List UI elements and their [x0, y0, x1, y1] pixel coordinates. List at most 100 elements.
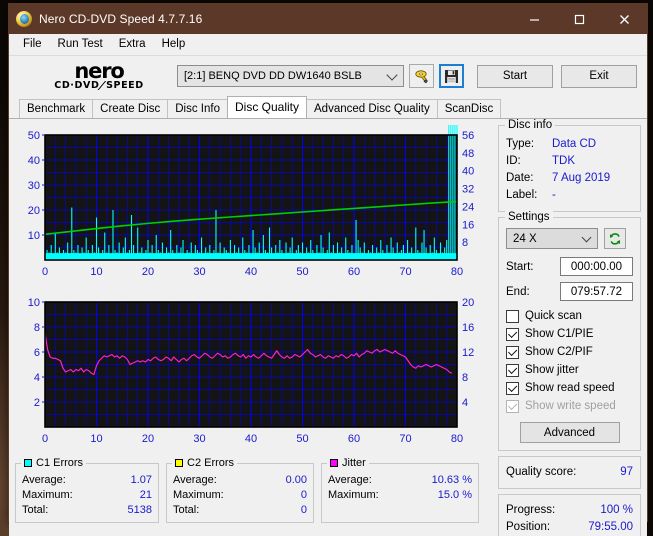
- application-window: Nero CD-DVD Speed 4.7.7.16 File Run Test…: [8, 3, 648, 536]
- svg-text:12: 12: [462, 347, 474, 359]
- speed-row: 24 X: [506, 228, 633, 249]
- checkbox-quick-scan-box: [506, 309, 519, 323]
- start-button[interactable]: Start: [477, 64, 553, 88]
- checkbox-quick-scan-label: Quick scan: [525, 310, 582, 322]
- c2-maximum-value: 0: [300, 489, 307, 501]
- window-title: Nero CD-DVD Speed 4.7.7.16: [39, 12, 203, 26]
- svg-text:60: 60: [348, 433, 360, 445]
- disc-date-value: 7 Aug 2019: [552, 172, 611, 184]
- svg-text:30: 30: [193, 266, 205, 278]
- c1-maximum-value: 21: [139, 489, 152, 501]
- checkbox-show-c1-pie-box: [506, 327, 519, 341]
- quality-score-label: Quality score:: [506, 466, 577, 478]
- svg-text:30: 30: [28, 180, 40, 192]
- svg-text:40: 40: [28, 155, 40, 167]
- checkbox-show-jitter-label: Show jitter: [525, 364, 579, 376]
- c2-total-row: Total: 0: [173, 503, 307, 518]
- svg-text:20: 20: [28, 205, 40, 217]
- settings-caption: Settings: [505, 211, 553, 223]
- c1-maximum-row: Maximum: 21: [22, 488, 152, 503]
- disc-info-id-row: ID: TDK: [506, 153, 633, 170]
- menu-extra[interactable]: Extra: [111, 36, 154, 52]
- save-button[interactable]: [439, 64, 464, 88]
- menu-help[interactable]: Help: [154, 36, 194, 52]
- menu-run-test[interactable]: Run Test: [50, 36, 111, 52]
- disc-eject-button[interactable]: [409, 64, 434, 88]
- c1-errors-caption-text: C1 Errors: [36, 457, 84, 469]
- exit-button[interactable]: Exit: [561, 64, 637, 88]
- disc-label-value: -: [552, 189, 556, 201]
- checkbox-quick-scan[interactable]: Quick scan: [506, 307, 633, 325]
- checkbox-show-read-speed-label: Show read speed: [525, 382, 615, 394]
- menu-file[interactable]: File: [15, 36, 50, 52]
- c1-color-swatch: [24, 459, 32, 467]
- logo-tagline-left: CD·DVD: [54, 79, 100, 91]
- svg-text:70: 70: [399, 266, 411, 278]
- checkbox-show-write-speed-label: Show write speed: [525, 400, 616, 412]
- svg-text:40: 40: [245, 433, 257, 445]
- tab-bar: Benchmark Create Disc Disc Info Disc Qua…: [9, 96, 647, 118]
- close-button[interactable]: [602, 4, 647, 34]
- statistics-row: C1 Errors Average: 1.07 Maximum: 21 Tota…: [15, 457, 492, 523]
- minimize-button[interactable]: [512, 4, 557, 34]
- start-field-input[interactable]: 000:00.00: [560, 257, 633, 276]
- c2-errors-caption-text: C2 Errors: [187, 457, 235, 469]
- svg-text:16: 16: [462, 322, 474, 334]
- svg-text:20: 20: [142, 266, 154, 278]
- c2-average-label: Average:: [173, 474, 217, 486]
- svg-text:40: 40: [462, 166, 474, 178]
- svg-text:20: 20: [142, 433, 154, 445]
- tab-advanced-disc-quality[interactable]: Advanced Disc Quality: [306, 99, 438, 118]
- svg-text:0: 0: [42, 433, 48, 445]
- checkbox-show-read-speed[interactable]: Show read speed: [506, 379, 633, 397]
- c1-errors-stats: C1 Errors Average: 1.07 Maximum: 21 Tota…: [15, 457, 159, 523]
- checkbox-show-jitter[interactable]: Show jitter: [506, 361, 633, 379]
- end-field-label: End:: [506, 285, 530, 298]
- maximize-button[interactable]: [557, 4, 602, 34]
- disc-info-date-row: Date: 7 Aug 2019: [506, 170, 633, 187]
- c2-total-value: 0: [300, 504, 307, 516]
- end-field-input[interactable]: 079:57.72: [560, 282, 633, 301]
- charts-column: 10 20 30 40 50 8 16 24 32 40 48 56 0 10 20 30 40 50 60 70 80…: [15, 125, 492, 536]
- jitter-maximum-row: Maximum: 15.0 %: [328, 488, 472, 503]
- menu-bar: File Run Test Extra Help: [9, 34, 647, 55]
- disc-type-value: Data CD: [552, 138, 597, 150]
- c2-maximum-row: Maximum: 0: [173, 488, 307, 503]
- svg-text:10: 10: [28, 230, 40, 242]
- refresh-icon: [610, 232, 620, 245]
- checkbox-show-c2-pif[interactable]: Show C2/PIF: [506, 343, 633, 361]
- speed-select-value: 24 X: [513, 232, 537, 245]
- tab-disc-info[interactable]: Disc Info: [167, 99, 228, 118]
- svg-text:4: 4: [34, 372, 40, 384]
- tab-scandisc[interactable]: ScanDisc: [436, 99, 502, 118]
- logo-tagline-right: SPEED: [106, 79, 144, 91]
- drive-select[interactable]: [2:1] BENQ DVD DD DW1640 BSLB: [177, 65, 404, 87]
- tab-create-disc[interactable]: Create Disc: [92, 99, 169, 118]
- tab-benchmark[interactable]: Benchmark: [19, 99, 94, 118]
- toolbar: nero CD·DVD ∕ SPEED [2:1] BENQ DVD DD DW16…: [9, 55, 647, 96]
- disc-eject-icon: [414, 70, 428, 84]
- c1-errors-chart-svg: 10 20 30 40 50 8 16 24 32 40 48 56 0 10 20 30 40 50 60 70 80: [28, 125, 474, 278]
- svg-text:56: 56: [462, 130, 474, 142]
- svg-text:50: 50: [296, 433, 308, 445]
- checkbox-show-write-speed-box: [506, 399, 519, 413]
- refresh-button[interactable]: [604, 228, 626, 249]
- tab-content-disc-quality: 10 20 30 40 50 8 16 24 32 40 48 56 0 10 20 30 40 50 60 70 80…: [9, 118, 647, 536]
- progress-value: 100 %: [600, 504, 633, 516]
- jitter-stats: Jitter Average: 10.63 % Maximum: 15.0 %: [321, 457, 479, 523]
- c1-average-row: Average: 1.07: [22, 473, 152, 488]
- jitter-caption-text: Jitter: [342, 457, 366, 469]
- svg-text:16: 16: [462, 219, 474, 231]
- save-icon: [445, 69, 458, 83]
- tab-disc-quality[interactable]: Disc Quality: [227, 96, 308, 118]
- svg-text:2: 2: [34, 397, 40, 409]
- disc-id-label: ID:: [506, 155, 521, 167]
- svg-text:40: 40: [245, 266, 257, 278]
- checkbox-show-c1-pie[interactable]: Show C1/PIE: [506, 325, 633, 343]
- quality-score-value: 97: [620, 466, 633, 478]
- progress-group: Progress: 100 % Position: 79:55.00 Speed…: [498, 494, 641, 536]
- advanced-button[interactable]: Advanced: [519, 422, 620, 443]
- speed-select[interactable]: 24 X: [506, 228, 598, 249]
- checkbox-show-read-speed-box: [506, 381, 519, 395]
- svg-text:30: 30: [193, 433, 205, 445]
